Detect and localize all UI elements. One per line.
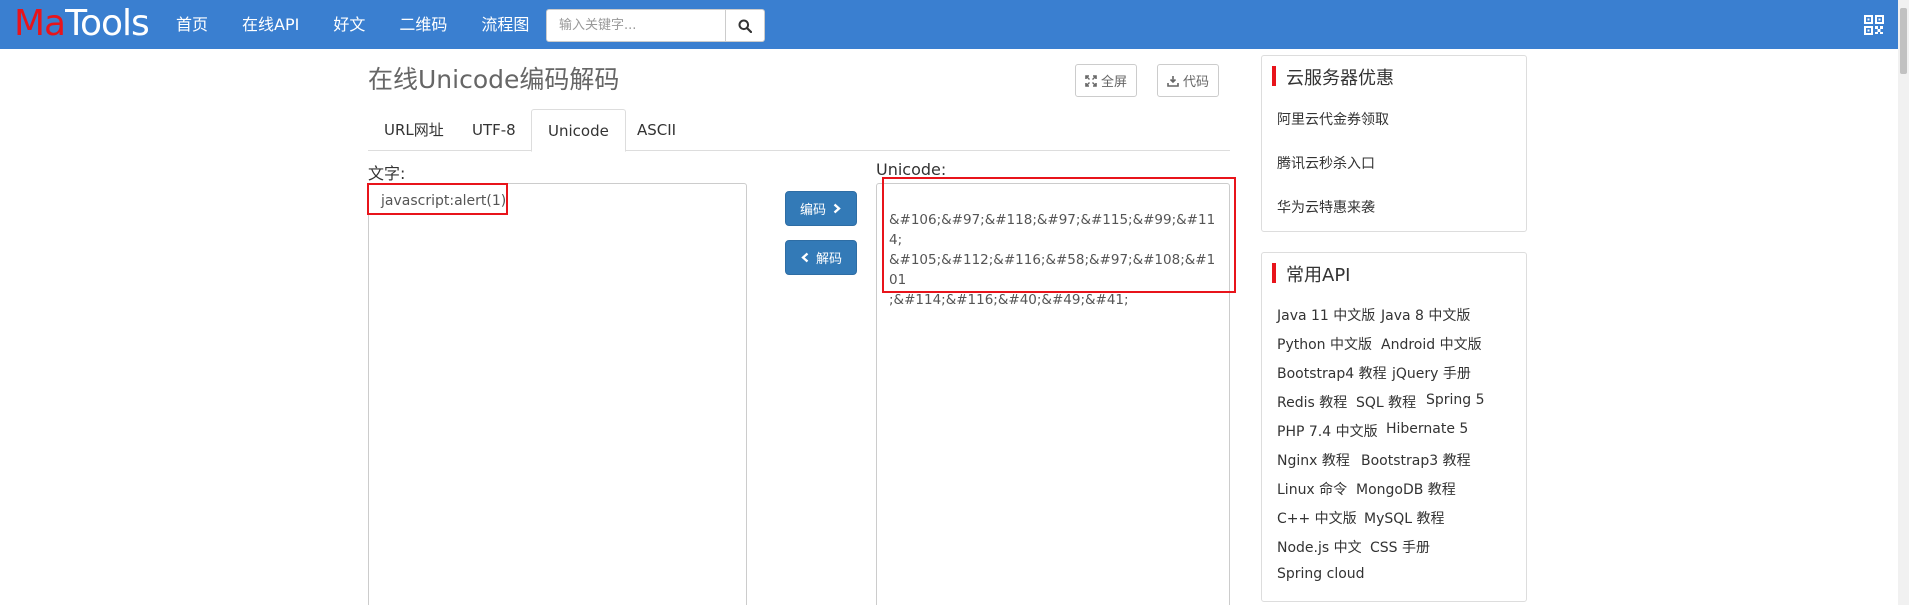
unicode-highlight-box (882, 177, 1236, 293)
api-link-nginx[interactable]: Nginx 教程 (1277, 450, 1350, 470)
nav-link-online-api[interactable]: 在线API (242, 0, 299, 49)
qrcode-icon[interactable] (1864, 15, 1884, 35)
text-input[interactable]: javascript:alert(1) (368, 183, 747, 605)
search-icon (738, 19, 752, 33)
search-input[interactable] (546, 9, 726, 42)
api-link-jquery[interactable]: jQuery 手册 (1392, 363, 1471, 383)
api-link-redis[interactable]: Redis 教程 (1277, 392, 1347, 412)
api-link-bootstrap4[interactable]: Bootstrap4 教程 (1277, 363, 1387, 383)
api-link-java11[interactable]: Java 11 中文版 (1277, 305, 1375, 325)
nav-link-home[interactable]: 首页 (176, 0, 208, 49)
api-link-hibernate[interactable]: Hibernate 5 (1386, 421, 1468, 437)
page-scrollbar[interactable] (1898, 0, 1909, 605)
encode-label: 编码 (799, 203, 826, 218)
brand-logo[interactable]: MaTools (14, 3, 150, 45)
tencent-cloud-link[interactable]: 腾讯云秒杀入口 (1277, 153, 1375, 173)
api-link-php[interactable]: PHP 7.4 中文版 (1277, 421, 1378, 441)
tab-unicode[interactable]: Unicode (531, 109, 626, 152)
page-title: 在线Unicode编码解码 (368, 65, 620, 94)
api-link-android[interactable]: Android 中文版 (1381, 334, 1482, 354)
code-button[interactable]: 代码 (1157, 64, 1220, 97)
api-link-spring-cloud[interactable]: Spring cloud (1277, 566, 1365, 582)
api-link-sql[interactable]: SQL 教程 (1356, 392, 1416, 412)
decode-label: 解码 (815, 252, 842, 267)
cloud-promo-panel: 云服务器优惠 阿里云代金券领取 腾讯云秒杀入口 华为云特惠来袭 (1261, 55, 1527, 232)
api-link-nodejs[interactable]: Node.js 中文 (1277, 537, 1362, 557)
api-link-python[interactable]: Python 中文版 (1277, 334, 1372, 354)
chevron-left-icon (801, 252, 809, 263)
api-link-css[interactable]: CSS 手册 (1370, 537, 1430, 557)
panel-accent-bar (1272, 66, 1276, 86)
encode-button[interactable]: 编码 (785, 191, 857, 226)
api-link-java8[interactable]: Java 8 中文版 (1381, 305, 1470, 325)
api-link-cpp[interactable]: C++ 中文版 (1277, 508, 1357, 528)
nav-link-flowchart[interactable]: 流程图 (481, 0, 529, 49)
nav-links: 首页 在线API 好文 二维码 流程图 (176, 0, 563, 49)
api-link-mysql[interactable]: MySQL 教程 (1364, 508, 1445, 528)
brand-part-ma: Ma (14, 3, 66, 44)
text-label: 文字: (368, 164, 406, 183)
api-link-bootstrap3[interactable]: Bootstrap3 教程 (1361, 450, 1471, 470)
api-panel-title: 常用API (1286, 265, 1351, 286)
code-label: 代码 (1183, 75, 1210, 90)
download-icon (1167, 75, 1179, 87)
decode-button[interactable]: 解码 (785, 240, 857, 275)
api-link-linux[interactable]: Linux 命令 (1277, 479, 1347, 499)
nav-link-articles[interactable]: 好文 (333, 0, 365, 49)
top-navbar: MaTools 首页 在线API 好文 二维码 流程图 (0, 0, 1909, 49)
tab-url[interactable]: URL网址 (368, 109, 460, 151)
api-link-spring5[interactable]: Spring 5 (1426, 392, 1485, 408)
tab-ascii[interactable]: ASCII (621, 109, 692, 151)
api-link-mongodb[interactable]: MongoDB 教程 (1356, 479, 1456, 499)
fullscreen-button[interactable]: 全屏 (1075, 64, 1138, 97)
text-highlight-box (367, 183, 508, 215)
brand-part-tools: Tools (65, 3, 150, 44)
expand-icon (1085, 74, 1097, 87)
encoding-tabs: URL网址 UTF-8 Unicode ASCII (368, 109, 1230, 152)
nav-link-qrcode[interactable]: 二维码 (399, 0, 447, 49)
tab-utf8[interactable]: UTF-8 (456, 109, 532, 151)
common-api-panel: 常用API Java 11 中文版 Java 8 中文版 Python 中文版 … (1261, 252, 1527, 602)
panel-accent-bar (1272, 263, 1276, 283)
aliyun-coupon-link[interactable]: 阿里云代金券领取 (1277, 109, 1389, 129)
search-button[interactable] (726, 9, 765, 42)
huawei-cloud-link[interactable]: 华为云特惠来袭 (1277, 197, 1375, 217)
chevron-right-icon (833, 203, 841, 214)
fullscreen-label: 全屏 (1101, 75, 1128, 90)
cloud-panel-title: 云服务器优惠 (1286, 68, 1394, 89)
scrollbar-thumb[interactable] (1900, 8, 1907, 74)
